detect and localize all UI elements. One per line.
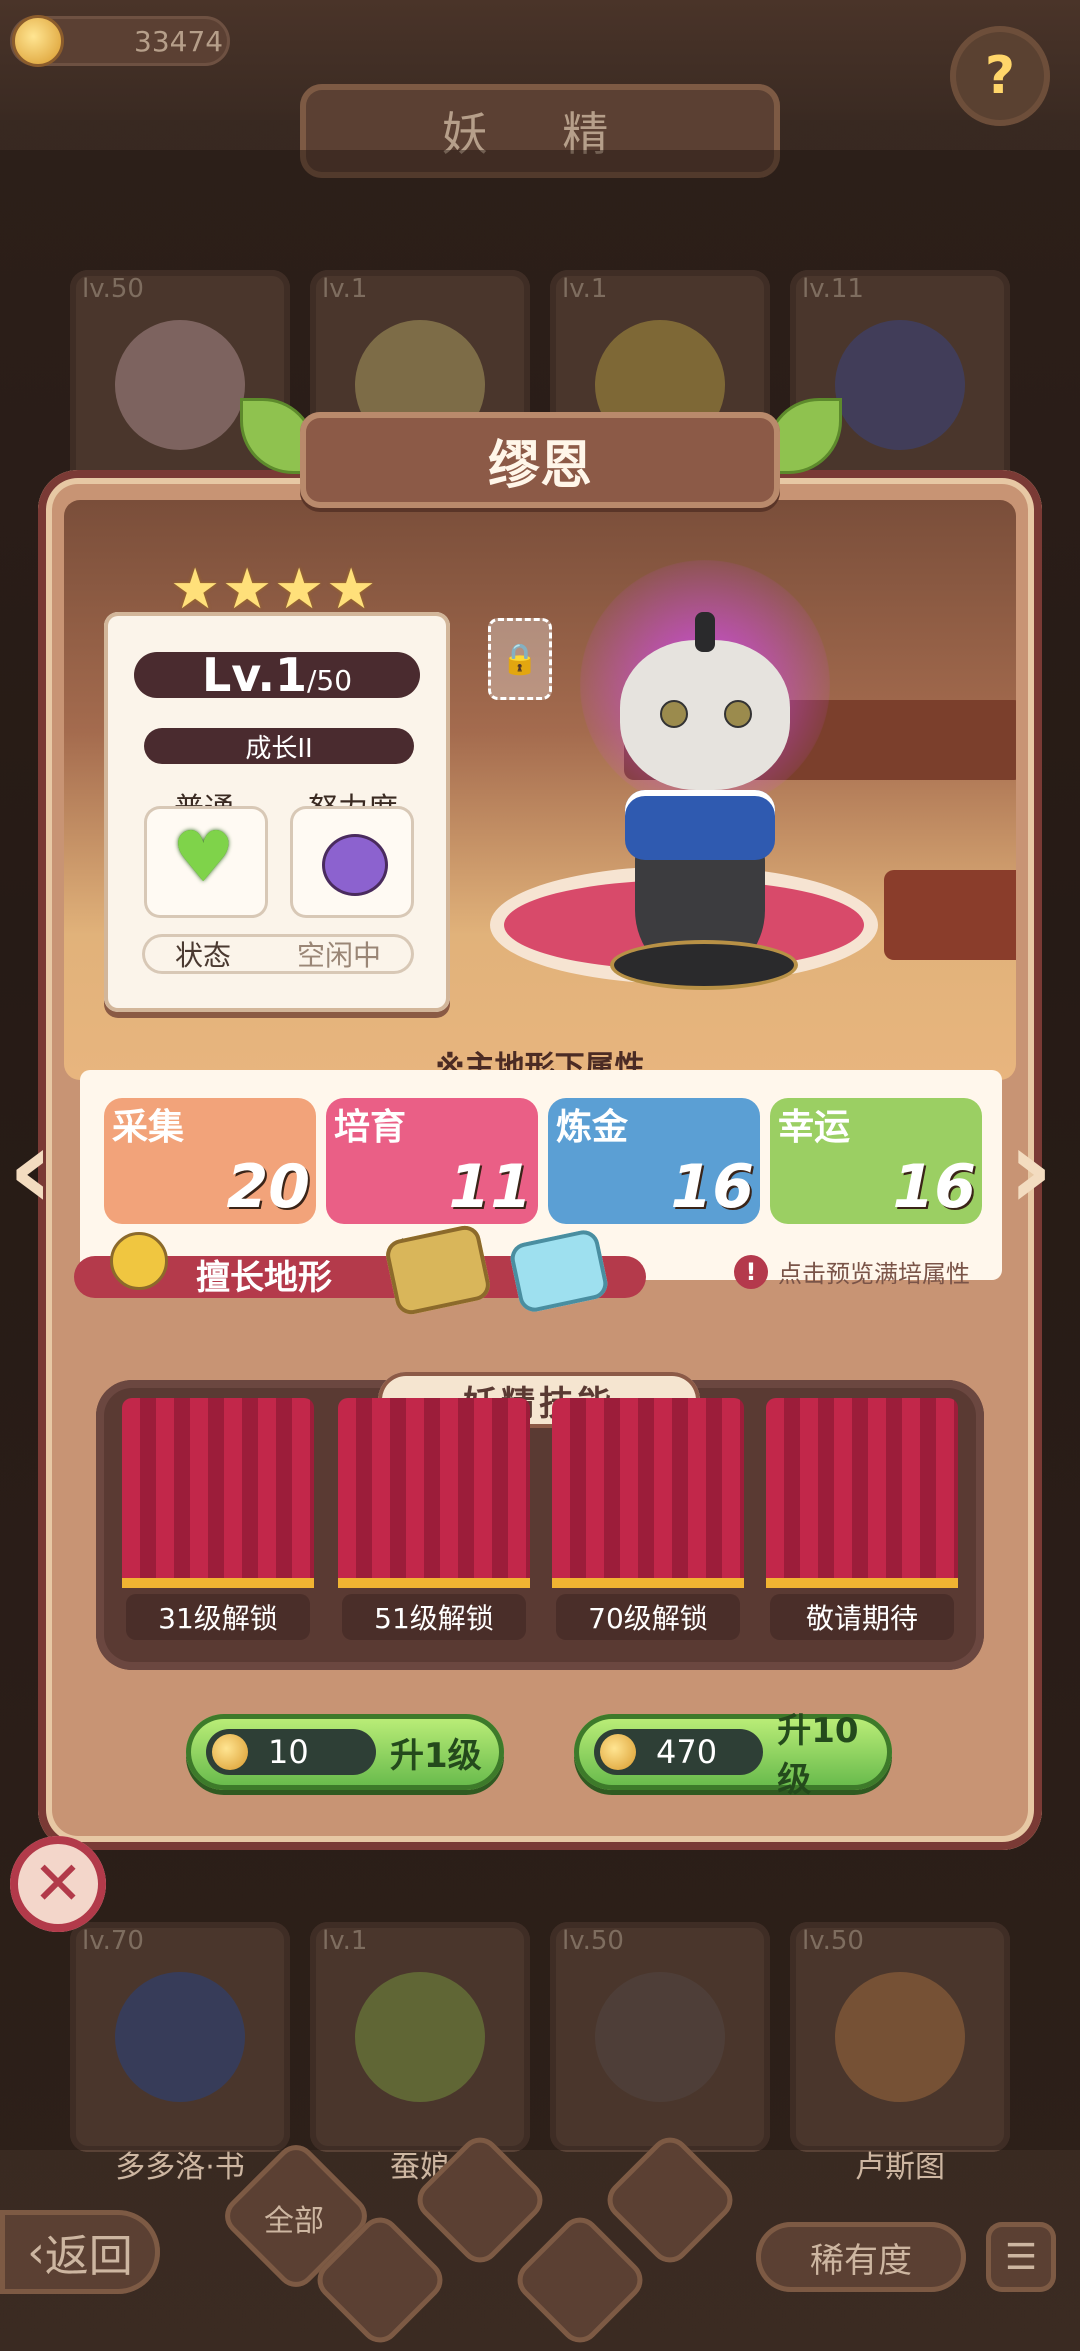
terrain-label: 擅长地形 [196, 1258, 332, 1298]
attribute-label: 培育 [334, 1107, 407, 1148]
growth-badge: 成长II [144, 728, 414, 764]
star-icon: ★ [326, 557, 377, 622]
heart-icon: ♥ [172, 816, 235, 898]
coin-amount: 33474 [134, 24, 224, 58]
star-rating: ★ ★ ★ ★ [170, 557, 377, 622]
preview-hint-text: 点击预览满培属性 [778, 1260, 970, 1288]
coin-counter: 33474 [10, 15, 230, 67]
curtain-icon [552, 1398, 744, 1588]
attribute-alchemy[interactable]: 炼金 16 [548, 1098, 760, 1224]
chess-pawn-base [610, 940, 798, 990]
curtain-icon [766, 1398, 958, 1588]
skill-slot[interactable]: 31级解锁 [122, 1398, 314, 1648]
attribute-label: 幸运 [778, 1107, 851, 1148]
crown-icon [695, 612, 715, 652]
sprout-question-icon [110, 1232, 168, 1290]
preview-hint[interactable]: ! 点击预览满培属性 [734, 1254, 970, 1289]
attribute-cultivate[interactable]: 培育 11 [326, 1098, 538, 1224]
upgrade-label: 升10级 [777, 1711, 859, 1800]
star-icon: ★ [274, 557, 325, 622]
lock-icon[interactable]: 🔒 [488, 618, 552, 700]
level-display: Lv.1 /50 [134, 648, 420, 702]
back-label: 返回 [44, 2231, 133, 2282]
back-button[interactable]: ‹ 返回 [0, 2210, 160, 2294]
attribute-label: 采集 [112, 1107, 185, 1148]
skill-slot-label: 51级解锁 [342, 1594, 526, 1640]
upgrade-cost-value: 10 [268, 1733, 309, 1771]
effort-box [290, 806, 414, 918]
coin-icon [12, 15, 64, 67]
curtain-icon [122, 1398, 314, 1588]
attribute-value: 20 [226, 1152, 311, 1222]
alert-icon: ! [734, 1254, 768, 1289]
skill-slot-label: 70级解锁 [556, 1594, 740, 1640]
devil-face-icon [322, 834, 388, 896]
sort-list-icon[interactable]: ☰ [986, 2222, 1056, 2292]
rarity-box: ♥ [144, 806, 268, 918]
attribute-value: 11 [448, 1152, 533, 1222]
attribute-label: 炼金 [556, 1107, 629, 1148]
skill-slot[interactable]: 敬请期待 [766, 1398, 958, 1648]
fairy-name: 缪恩 [300, 412, 780, 508]
state-label: 状态 [174, 939, 231, 972]
skill-slot[interactable]: 70级解锁 [552, 1398, 744, 1648]
level-max: /50 [306, 663, 353, 697]
coin-icon [600, 1734, 636, 1770]
cat-eye [660, 700, 688, 728]
state-value: 空闲中 [296, 939, 381, 972]
star-icon: ★ [170, 557, 221, 622]
cat-eye [724, 700, 752, 728]
upgrade-label: 升1级 [390, 1735, 482, 1776]
skill-slot-label: 敬请期待 [770, 1594, 954, 1640]
skill-slot-label: 31级解锁 [126, 1594, 310, 1640]
upgrade-cost: 470 [594, 1729, 764, 1775]
upgrade-10-button[interactable]: 470 升10级 [574, 1711, 892, 1800]
upgrade-1-button[interactable]: 10 升1级 [186, 1714, 504, 1790]
help-button[interactable]: ? [950, 26, 1050, 126]
level-current: Lv.1 [201, 648, 307, 702]
cat-cape [625, 790, 775, 860]
next-arrow-icon[interactable]: › [1008, 1114, 1068, 1234]
attribute-value: 16 [670, 1152, 755, 1222]
coin-icon [212, 1734, 248, 1770]
skill-slot[interactable]: 51级解锁 [338, 1398, 530, 1648]
filter-all-label: 全部 [264, 2204, 324, 2239]
rarity-sort-button[interactable]: 稀有度 [756, 2222, 966, 2292]
upgrade-cost: 10 [206, 1729, 376, 1775]
curtain-icon [338, 1398, 530, 1588]
stool-decoration [884, 870, 1016, 960]
prev-arrow-icon[interactable]: ‹ [8, 1114, 68, 1234]
attribute-value: 16 [892, 1152, 977, 1222]
attribute-luck[interactable]: 幸运 16 [770, 1098, 982, 1224]
chevron-left-icon: ‹ [27, 2226, 45, 2278]
close-button[interactable]: ✕ [10, 1836, 106, 1932]
star-icon: ★ [222, 557, 273, 622]
cat-fairy-portrait[interactable] [620, 640, 790, 790]
state-row: 状态 空闲中 [142, 934, 414, 974]
upgrade-cost-value: 470 [656, 1733, 718, 1771]
attribute-gather[interactable]: 采集 20 [104, 1098, 316, 1224]
